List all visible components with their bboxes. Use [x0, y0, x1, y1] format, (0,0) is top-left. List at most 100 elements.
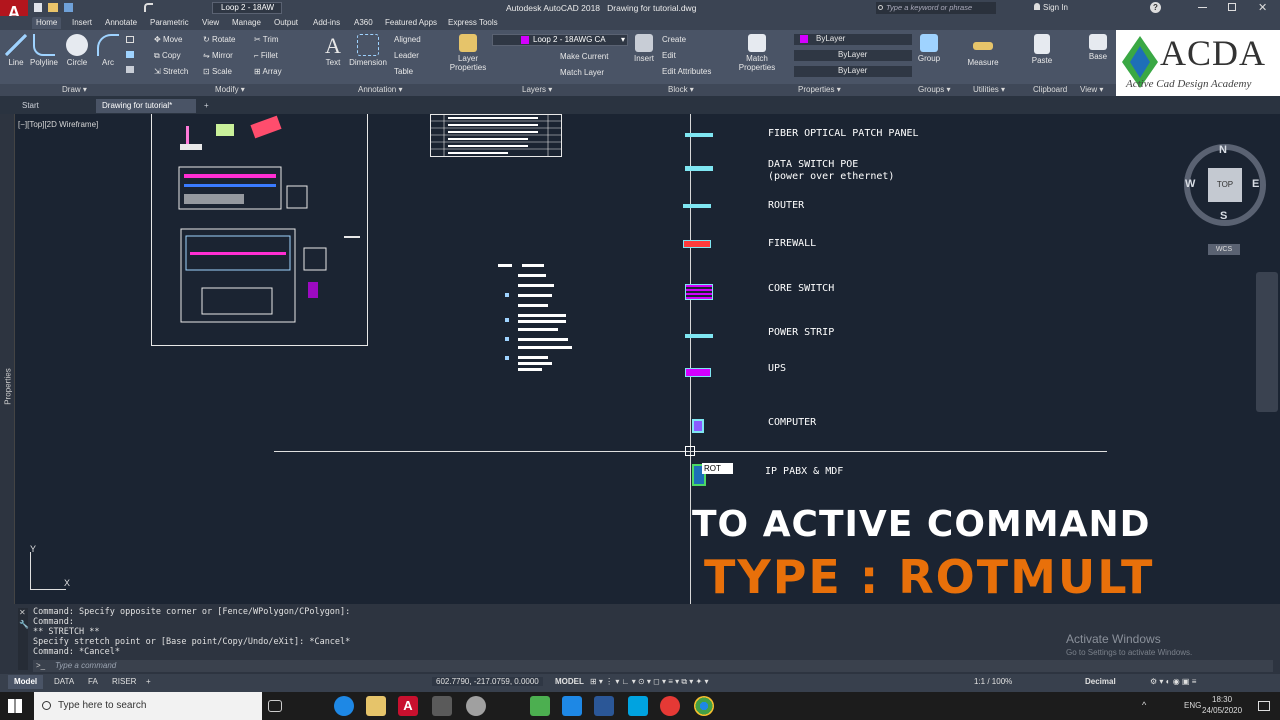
- draw-panel-title[interactable]: Draw ▾: [62, 85, 87, 94]
- chrome-icon[interactable]: [694, 696, 714, 716]
- viewcube[interactable]: N S W E TOP: [1184, 144, 1266, 226]
- tab-fa[interactable]: FA: [88, 677, 98, 686]
- utilities-panel-title[interactable]: Utilities ▾: [973, 85, 1005, 94]
- windows-start-icon[interactable]: [8, 699, 22, 713]
- linetype-dropdown[interactable]: ByLayer: [794, 50, 912, 61]
- model-space-toggle[interactable]: MODEL: [555, 677, 584, 686]
- tab-data[interactable]: DATA: [54, 677, 74, 686]
- coordinates-display[interactable]: 602.7790, -217.0759, 0.0000: [432, 677, 543, 686]
- sign-in-button[interactable]: Sign In: [1034, 3, 1068, 12]
- autocad-taskbar-icon[interactable]: A: [398, 696, 418, 716]
- mirror-button[interactable]: ⇋ Mirror: [203, 51, 233, 60]
- help-icon[interactable]: ?: [1150, 2, 1161, 13]
- clipboard-panel-title[interactable]: Clipboard: [1033, 85, 1067, 94]
- aligned-button[interactable]: Aligned: [394, 35, 421, 44]
- viewport-label[interactable]: [−][Top][2D Wireframe]: [18, 120, 98, 129]
- clock-time[interactable]: 18:30: [1212, 695, 1232, 704]
- command-input[interactable]: >_ Type a command: [33, 660, 1273, 672]
- tab-riser[interactable]: RISER: [112, 677, 136, 686]
- restore-button[interactable]: [1228, 3, 1236, 11]
- sketchup-icon[interactable]: [530, 696, 550, 716]
- tab-home[interactable]: Home: [32, 17, 62, 29]
- units-dropdown[interactable]: Decimal: [1085, 677, 1116, 686]
- line-button[interactable]: Line: [5, 34, 27, 67]
- new-tab-button[interactable]: +: [198, 99, 215, 113]
- save-icon[interactable]: [64, 3, 73, 12]
- wcs-menu[interactable]: WCS: [1208, 244, 1240, 255]
- close-button[interactable]: ✕: [1258, 1, 1267, 14]
- edit-button[interactable]: Edit: [662, 51, 676, 60]
- group-button[interactable]: Group: [916, 34, 942, 63]
- selection-cycling-icon[interactable]: ⧉ ▾: [681, 677, 695, 686]
- fillet-button[interactable]: ⌐ Fillet: [254, 51, 278, 60]
- tab-view[interactable]: View: [198, 17, 223, 29]
- groups-panel-title[interactable]: Groups ▾: [918, 85, 950, 94]
- mail-icon[interactable]: [562, 696, 582, 716]
- file-explorer-icon[interactable]: [366, 696, 386, 716]
- insert-button[interactable]: Insert: [632, 34, 656, 63]
- tab-add-ins[interactable]: Add-ins: [309, 17, 344, 29]
- arc-button[interactable]: Arc: [96, 34, 120, 67]
- dimension-button[interactable]: Dimension: [348, 34, 388, 67]
- ortho-icon[interactable]: ∟ ▾: [622, 677, 638, 686]
- tab-output[interactable]: Output: [270, 17, 302, 29]
- tab-insert[interactable]: Insert: [68, 17, 96, 29]
- tab-drawing[interactable]: Drawing for tutorial*: [96, 99, 196, 113]
- color-dropdown[interactable]: ByLayer: [794, 34, 912, 45]
- tab-featured-apps[interactable]: Featured Apps: [381, 17, 441, 29]
- annotation-panel-title[interactable]: Annotation ▾: [358, 85, 403, 94]
- word-icon[interactable]: [594, 696, 614, 716]
- leader-button[interactable]: Leader: [394, 51, 419, 60]
- dynamic-input-box[interactable]: ROT: [702, 463, 733, 474]
- stretch-button[interactable]: ⇲ Stretch: [154, 67, 188, 76]
- grid-icon[interactable]: ⊞ ▾: [590, 677, 605, 686]
- properties-panel-title[interactable]: Properties ▾: [798, 85, 841, 94]
- tab-annotate[interactable]: Annotate: [101, 17, 141, 29]
- match-layer-button[interactable]: Match Layer: [560, 68, 604, 77]
- annotation-scale[interactable]: 1:1 / 100%: [974, 677, 1012, 686]
- layer-dropdown[interactable]: Loop 2 - 18AWG CA ▾: [492, 34, 628, 46]
- search-field[interactable]: Type a keyword or phrase: [876, 2, 996, 14]
- add-layout-button[interactable]: +: [146, 677, 151, 686]
- lineweight-icon[interactable]: ≡ ▾: [668, 677, 681, 686]
- workspace-icon[interactable]: ⚙ ▾: [1150, 677, 1166, 686]
- tab-start[interactable]: Start: [16, 99, 45, 113]
- close-icon[interactable]: ✕: [19, 608, 26, 617]
- rectangle-icon[interactable]: [126, 36, 134, 43]
- viewcube-top-face[interactable]: TOP: [1208, 168, 1242, 202]
- minimize-button[interactable]: [1198, 7, 1207, 8]
- clean-screen-icon[interactable]: ▣: [1182, 677, 1192, 686]
- navigation-bar[interactable]: [1256, 272, 1278, 412]
- scale-button[interactable]: ⊡ Scale: [203, 67, 232, 76]
- video-app-icon[interactable]: [660, 696, 680, 716]
- block-panel-title[interactable]: Block ▾: [668, 85, 694, 94]
- region-icon[interactable]: [126, 66, 134, 73]
- system-tray-chevron-icon[interactable]: ^: [1142, 700, 1146, 710]
- text-button[interactable]: A Text: [322, 34, 344, 68]
- language-indicator[interactable]: ENG: [1184, 701, 1201, 710]
- open-icon[interactable]: [48, 3, 58, 12]
- command-line-grip[interactable]: ✕ 🔧: [18, 608, 29, 670]
- create-button[interactable]: Create: [662, 35, 686, 44]
- notifications-icon[interactable]: [1258, 701, 1270, 711]
- modify-panel-title[interactable]: Modify ▾: [215, 85, 245, 94]
- copy-button[interactable]: ⧉ Copy: [154, 51, 181, 61]
- make-current-button[interactable]: Make Current: [560, 52, 608, 61]
- snap-icon[interactable]: ⋮ ▾: [605, 677, 621, 686]
- compass-south[interactable]: S: [1220, 210, 1227, 222]
- compass-east[interactable]: E: [1252, 178, 1259, 190]
- wrench-icon[interactable]: 🔧: [19, 620, 29, 629]
- trim-button[interactable]: ✂ Trim: [254, 35, 278, 44]
- polyline-button[interactable]: Polyline: [29, 34, 59, 67]
- tab-model[interactable]: Model: [8, 675, 44, 689]
- view-panel-title[interactable]: View ▾: [1080, 85, 1103, 94]
- tab-manage[interactable]: Manage: [228, 17, 265, 29]
- clock-date[interactable]: 24/05/2020: [1202, 706, 1242, 715]
- osnap-icon[interactable]: ◻ ▾: [653, 677, 668, 686]
- array-button[interactable]: ⊞ Array: [254, 67, 282, 76]
- rotate-button[interactable]: ↻ Rotate: [203, 35, 236, 44]
- qat-layer-combo[interactable]: Loop 2 - 18AW: [212, 2, 282, 14]
- table-button[interactable]: Table: [394, 67, 413, 76]
- new-icon[interactable]: [34, 3, 42, 12]
- compass-north[interactable]: N: [1219, 144, 1227, 156]
